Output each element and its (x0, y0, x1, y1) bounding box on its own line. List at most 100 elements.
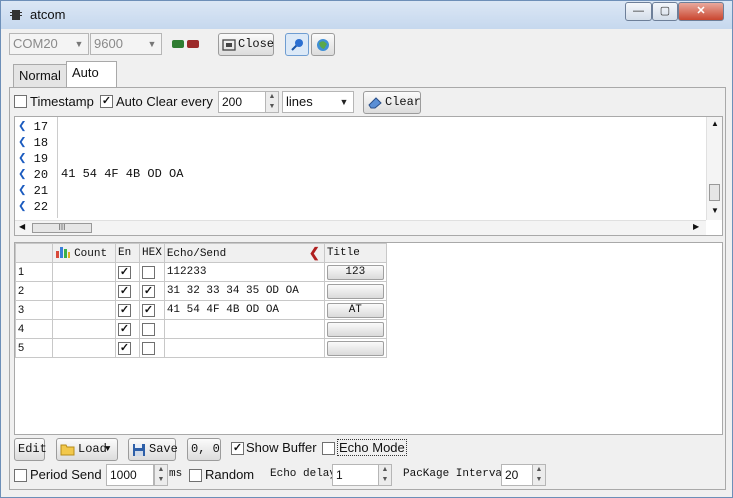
echo-mode-checkbox[interactable] (322, 442, 335, 455)
echo-delay-input[interactable]: 1 (332, 464, 379, 486)
tab-normal[interactable]: Normal (13, 64, 67, 88)
hex-checkbox[interactable] (142, 322, 155, 336)
scroll-right-icon[interactable]: ▶ (693, 222, 699, 231)
chevron-down-icon: ▼ (74, 39, 84, 49)
chevron-left-icon: ❮ (18, 167, 27, 183)
hex-cell: ✓ (139, 300, 165, 320)
table-row: 4 ✓ (15, 319, 387, 339)
count-cell (52, 262, 116, 282)
row-number: 1 (15, 262, 53, 282)
show-buffer-checkbox[interactable]: ✓ (231, 442, 244, 455)
title-cell (323, 338, 387, 358)
table-row: 1 ✓ 112233 123 (15, 262, 387, 282)
load-button[interactable]: Load ▼ (56, 438, 118, 461)
send-data-cell[interactable]: 31 32 33 34 35 OD OA (163, 281, 325, 301)
save-button[interactable]: Save (128, 438, 178, 461)
folder-icon (60, 444, 75, 456)
maximize-button[interactable]: ▢ (652, 2, 678, 21)
send-data-cell[interactable]: 41 54 4F 4B OD OA (163, 300, 325, 320)
log-vertical-scrollbar[interactable]: ▲ ▼ (706, 117, 722, 220)
save-label: Save (149, 442, 178, 456)
period-spinner[interactable]: ▲ ▼ (154, 464, 168, 486)
scroll-thumb[interactable] (709, 184, 720, 201)
tab-auto[interactable]: Auto (66, 61, 117, 88)
log-horizontal-scrollbar[interactable]: ◀ III ▶ (15, 220, 706, 235)
enable-checkbox[interactable]: ✓ (118, 284, 131, 298)
count-header[interactable]: Count (52, 243, 116, 263)
log-line: ❮ 20 (18, 167, 49, 183)
receive-log[interactable]: ❮ 17 ❮ 18 ❮ 19 ❮ 20 ❮ 21 ❮ 22 41 54 4F 4… (14, 116, 723, 236)
timestamp-checkbox[interactable] (14, 95, 27, 108)
title-cell: AT (323, 300, 387, 320)
send-button[interactable] (326, 340, 384, 356)
hex-checkbox[interactable] (142, 341, 155, 355)
send-data-cell[interactable] (163, 338, 325, 358)
chevron-left-icon: ❮ (18, 199, 27, 215)
send-button[interactable] (326, 283, 384, 299)
en-cell: ✓ (115, 300, 140, 320)
echo-delay-label: Echo delay (270, 468, 337, 480)
package-interval-input[interactable]: 20 (501, 464, 533, 486)
send-button[interactable] (326, 321, 384, 337)
enable-checkbox[interactable]: ✓ (118, 341, 131, 355)
auto-clear-spinner[interactable]: ▲ ▼ (265, 91, 279, 113)
chevron-left-icon: ❮ (18, 135, 27, 151)
chevron-down-icon[interactable]: ▼ (105, 439, 110, 460)
pin-icon (291, 39, 303, 51)
hscroll-thumb[interactable]: III (32, 223, 92, 233)
log-line: ❮ 17 (18, 119, 49, 135)
hex-checkbox[interactable]: ✓ (142, 284, 155, 298)
close-port-label: Close (238, 37, 275, 51)
echo-delay-spinner[interactable]: ▲ ▼ (378, 464, 392, 486)
log-line: ❮ 18 (18, 135, 49, 151)
period-send-checkbox[interactable] (14, 469, 27, 482)
enable-checkbox[interactable]: ✓ (118, 303, 131, 317)
package-interval-label: PacKage Interval (403, 468, 509, 480)
chevron-left-icon[interactable]: ❮ (309, 246, 320, 260)
send-data-cell[interactable]: 112233 (163, 262, 325, 282)
title-bar[interactable]: atcom — ▢ ✕ (1, 1, 732, 29)
enable-checkbox[interactable]: ✓ (118, 265, 131, 279)
clear-button[interactable]: Clear (363, 91, 421, 114)
minimize-button[interactable]: — (625, 2, 652, 21)
auto-clear-value-input[interactable]: 200 (218, 91, 266, 113)
random-checkbox[interactable] (189, 469, 202, 482)
cursor-position: 0, 0 (187, 438, 221, 461)
auto-clear-unit-select[interactable]: lines ▼ (282, 91, 354, 113)
en-cell: ✓ (115, 262, 140, 282)
row-number-header (15, 243, 53, 263)
close-window-button[interactable]: ✕ (678, 2, 724, 21)
hex-cell (139, 262, 165, 282)
hex-cell: ✓ (139, 281, 165, 301)
scroll-up-icon[interactable]: ▲ (711, 119, 719, 128)
title-cell (323, 281, 387, 301)
chevron-left-icon: ❮ (18, 183, 27, 199)
clear-label: Clear (385, 95, 422, 109)
hex-checkbox[interactable] (142, 265, 155, 279)
row-number: 3 (15, 300, 53, 320)
scroll-left-icon[interactable]: ◀ (19, 222, 25, 231)
auto-clear-checkbox[interactable]: ✓ (100, 95, 113, 108)
enable-checkbox[interactable]: ✓ (118, 322, 131, 336)
load-label: Load (78, 442, 107, 456)
window-title: atcom (30, 7, 66, 22)
baud-select[interactable]: 9600 ▼ (90, 33, 162, 55)
settings-button[interactable] (311, 33, 335, 56)
package-interval-spinner[interactable]: ▲ ▼ (532, 464, 546, 486)
chevron-left-icon: ❮ (18, 119, 27, 135)
log-line-text: 41 54 4F 4B OD OA (61, 167, 184, 181)
period-value-input[interactable]: 1000 (106, 464, 154, 486)
scroll-down-icon[interactable]: ▼ (711, 206, 719, 215)
port-select[interactable]: COM20 ▼ (9, 33, 89, 55)
send-data-cell[interactable] (163, 319, 325, 339)
baud-value: 9600 (94, 36, 123, 51)
row-number: 4 (15, 319, 53, 339)
edit-button[interactable]: Edit (14, 438, 47, 461)
send-button[interactable]: AT (326, 302, 384, 318)
hex-checkbox[interactable]: ✓ (142, 303, 155, 317)
send-button[interactable]: 123 (326, 264, 384, 280)
send-table: Count En HEX Echo/Send ❮ Title 1 ✓ 11223… (15, 243, 387, 358)
echo-send-header-label: Echo/Send (166, 247, 227, 260)
close-port-button[interactable]: Close (218, 33, 274, 56)
pin-button[interactable] (285, 33, 309, 56)
